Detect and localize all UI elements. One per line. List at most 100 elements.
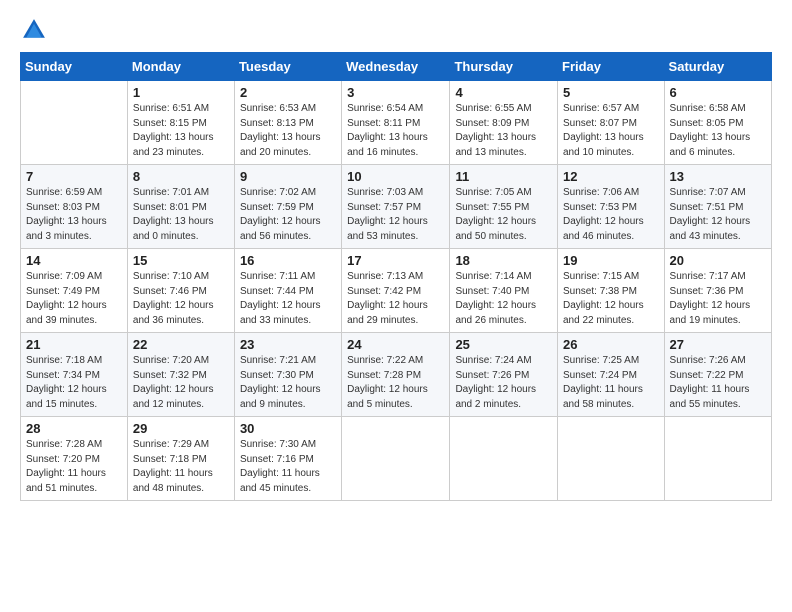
day-number: 4 bbox=[455, 85, 552, 100]
day-number: 26 bbox=[563, 337, 659, 352]
day-number: 15 bbox=[133, 253, 229, 268]
day-info: Sunrise: 7:21 AM Sunset: 7:30 PM Dayligh… bbox=[240, 354, 336, 412]
day-info: Sunrise: 7:03 AM Sunset: 7:57 PM Dayligh… bbox=[347, 186, 444, 244]
calendar-cell: 17 Sunrise: 7:13 AM Sunset: 7:42 PM Dayli… bbox=[342, 249, 450, 333]
day-info: Sunrise: 6:59 AM Sunset: 8:03 PM Dayligh… bbox=[26, 186, 122, 244]
day-number: 29 bbox=[133, 421, 229, 436]
day-info: Sunrise: 7:01 AM Sunset: 8:01 PM Dayligh… bbox=[133, 186, 229, 244]
calendar-cell: 2Sunrise: 6:53 AM Sunset: 8:13 PM Daylig… bbox=[234, 81, 341, 165]
week-row-2: 7 Sunrise: 6:59 AM Sunset: 8:03 PM Daylig… bbox=[21, 165, 772, 249]
day-info: Sunrise: 6:53 AM Sunset: 8:13 PM Dayligh… bbox=[240, 102, 336, 160]
day-info: Sunrise: 7:24 AM Sunset: 7:26 PM Dayligh… bbox=[455, 354, 552, 412]
calendar-cell: 26 Sunrise: 7:25 AM Sunset: 7:24 PM Dayli… bbox=[558, 333, 665, 417]
day-info: Sunrise: 6:51 AM Sunset: 8:15 PM Dayligh… bbox=[133, 102, 229, 160]
calendar-cell: 14Sunrise: 7:09 AM Sunset: 7:49 PM Dayli… bbox=[21, 249, 128, 333]
day-number: 20 bbox=[670, 253, 766, 268]
day-info: Sunrise: 7:07 AM Sunset: 7:51 PM Dayligh… bbox=[670, 186, 766, 244]
weekday-header-sunday: Sunday bbox=[21, 53, 128, 81]
day-number: 23 bbox=[240, 337, 336, 352]
calendar-cell: 12 Sunrise: 7:06 AM Sunset: 7:53 PM Dayli… bbox=[558, 165, 665, 249]
calendar-cell: 10 Sunrise: 7:03 AM Sunset: 7:57 PM Dayli… bbox=[342, 165, 450, 249]
day-info: Sunrise: 7:05 AM Sunset: 7:55 PM Dayligh… bbox=[455, 186, 552, 244]
day-info: Sunrise: 7:02 AM Sunset: 7:59 PM Dayligh… bbox=[240, 186, 336, 244]
calendar-cell: 11Sunrise: 7:05 AM Sunset: 7:55 PM Dayli… bbox=[450, 165, 558, 249]
day-info: Sunrise: 7:29 AM Sunset: 7:18 PM Dayligh… bbox=[133, 438, 229, 496]
calendar-cell: 28 Sunrise: 7:28 AM Sunset: 7:20 PM Dayli… bbox=[21, 417, 128, 501]
day-info: Sunrise: 7:15 AM Sunset: 7:38 PM Dayligh… bbox=[563, 270, 659, 328]
weekday-header-tuesday: Tuesday bbox=[234, 53, 341, 81]
calendar-cell bbox=[450, 417, 558, 501]
calendar-cell: 6 Sunrise: 6:58 AM Sunset: 8:05 PM Daylig… bbox=[664, 81, 771, 165]
calendar-table: SundayMondayTuesdayWednesdayThursdayFrid… bbox=[20, 52, 772, 501]
day-info: Sunrise: 7:20 AM Sunset: 7:32 PM Dayligh… bbox=[133, 354, 229, 412]
calendar-cell: 21 Sunrise: 7:18 AM Sunset: 7:34 PM Dayli… bbox=[21, 333, 128, 417]
calendar-cell bbox=[558, 417, 665, 501]
day-number: 22 bbox=[133, 337, 229, 352]
day-number: 17 bbox=[347, 253, 444, 268]
day-number: 24 bbox=[347, 337, 444, 352]
header bbox=[20, 16, 772, 44]
calendar-cell: 5Sunrise: 6:57 AM Sunset: 8:07 PM Daylig… bbox=[558, 81, 665, 165]
logo-icon bbox=[20, 16, 48, 44]
day-info: Sunrise: 7:11 AM Sunset: 7:44 PM Dayligh… bbox=[240, 270, 336, 328]
day-number: 13 bbox=[670, 169, 766, 184]
day-number: 18 bbox=[455, 253, 552, 268]
day-number: 10 bbox=[347, 169, 444, 184]
weekday-header-friday: Friday bbox=[558, 53, 665, 81]
day-number: 5 bbox=[563, 85, 659, 100]
day-info: Sunrise: 7:22 AM Sunset: 7:28 PM Dayligh… bbox=[347, 354, 444, 412]
day-info: Sunrise: 6:58 AM Sunset: 8:05 PM Dayligh… bbox=[670, 102, 766, 160]
day-number: 7 bbox=[26, 169, 122, 184]
logo bbox=[20, 16, 52, 44]
week-row-3: 14Sunrise: 7:09 AM Sunset: 7:49 PM Dayli… bbox=[21, 249, 772, 333]
calendar-cell bbox=[664, 417, 771, 501]
calendar-cell bbox=[21, 81, 128, 165]
calendar-cell: 15 Sunrise: 7:10 AM Sunset: 7:46 PM Dayli… bbox=[127, 249, 234, 333]
calendar-cell: 8 Sunrise: 7:01 AM Sunset: 8:01 PM Daylig… bbox=[127, 165, 234, 249]
day-number: 19 bbox=[563, 253, 659, 268]
calendar-cell: 30Sunrise: 7:30 AM Sunset: 7:16 PM Dayli… bbox=[234, 417, 341, 501]
day-info: Sunrise: 7:06 AM Sunset: 7:53 PM Dayligh… bbox=[563, 186, 659, 244]
calendar-cell bbox=[342, 417, 450, 501]
day-number: 25 bbox=[455, 337, 552, 352]
day-info: Sunrise: 7:28 AM Sunset: 7:20 PM Dayligh… bbox=[26, 438, 122, 496]
calendar-cell: 18 Sunrise: 7:14 AM Sunset: 7:40 PM Dayli… bbox=[450, 249, 558, 333]
day-info: Sunrise: 7:26 AM Sunset: 7:22 PM Dayligh… bbox=[670, 354, 766, 412]
week-row-4: 21 Sunrise: 7:18 AM Sunset: 7:34 PM Dayli… bbox=[21, 333, 772, 417]
day-number: 28 bbox=[26, 421, 122, 436]
calendar-cell: 20 Sunrise: 7:17 AM Sunset: 7:36 PM Dayli… bbox=[664, 249, 771, 333]
calendar-cell: 13 Sunrise: 7:07 AM Sunset: 7:51 PM Dayli… bbox=[664, 165, 771, 249]
day-number: 12 bbox=[563, 169, 659, 184]
calendar-cell: 4Sunrise: 6:55 AM Sunset: 8:09 PM Daylig… bbox=[450, 81, 558, 165]
calendar-cell: 22 Sunrise: 7:20 AM Sunset: 7:32 PM Dayli… bbox=[127, 333, 234, 417]
day-number: 8 bbox=[133, 169, 229, 184]
weekday-header-thursday: Thursday bbox=[450, 53, 558, 81]
day-number: 1 bbox=[133, 85, 229, 100]
page: SundayMondayTuesdayWednesdayThursdayFrid… bbox=[0, 0, 792, 612]
weekday-header-row: SundayMondayTuesdayWednesdayThursdayFrid… bbox=[21, 53, 772, 81]
day-info: Sunrise: 7:17 AM Sunset: 7:36 PM Dayligh… bbox=[670, 270, 766, 328]
calendar-cell: 24 Sunrise: 7:22 AM Sunset: 7:28 PM Dayli… bbox=[342, 333, 450, 417]
weekday-header-monday: Monday bbox=[127, 53, 234, 81]
calendar-cell: 25 Sunrise: 7:24 AM Sunset: 7:26 PM Dayli… bbox=[450, 333, 558, 417]
day-number: 14 bbox=[26, 253, 122, 268]
day-info: Sunrise: 7:25 AM Sunset: 7:24 PM Dayligh… bbox=[563, 354, 659, 412]
day-number: 6 bbox=[670, 85, 766, 100]
calendar-cell: 29 Sunrise: 7:29 AM Sunset: 7:18 PM Dayli… bbox=[127, 417, 234, 501]
calendar-cell: 9 Sunrise: 7:02 AM Sunset: 7:59 PM Daylig… bbox=[234, 165, 341, 249]
day-number: 3 bbox=[347, 85, 444, 100]
day-info: Sunrise: 7:14 AM Sunset: 7:40 PM Dayligh… bbox=[455, 270, 552, 328]
day-info: Sunrise: 7:18 AM Sunset: 7:34 PM Dayligh… bbox=[26, 354, 122, 412]
calendar-cell: 7 Sunrise: 6:59 AM Sunset: 8:03 PM Daylig… bbox=[21, 165, 128, 249]
calendar-cell: 19 Sunrise: 7:15 AM Sunset: 7:38 PM Dayli… bbox=[558, 249, 665, 333]
day-number: 30 bbox=[240, 421, 336, 436]
day-number: 16 bbox=[240, 253, 336, 268]
calendar-cell: 16 Sunrise: 7:11 AM Sunset: 7:44 PM Dayli… bbox=[234, 249, 341, 333]
day-number: 9 bbox=[240, 169, 336, 184]
day-info: Sunrise: 7:13 AM Sunset: 7:42 PM Dayligh… bbox=[347, 270, 444, 328]
day-info: Sunrise: 7:10 AM Sunset: 7:46 PM Dayligh… bbox=[133, 270, 229, 328]
calendar-cell: 23 Sunrise: 7:21 AM Sunset: 7:30 PM Dayli… bbox=[234, 333, 341, 417]
week-row-5: 28 Sunrise: 7:28 AM Sunset: 7:20 PM Dayli… bbox=[21, 417, 772, 501]
calendar-cell: 1 Sunrise: 6:51 AM Sunset: 8:15 PM Daylig… bbox=[127, 81, 234, 165]
day-number: 21 bbox=[26, 337, 122, 352]
